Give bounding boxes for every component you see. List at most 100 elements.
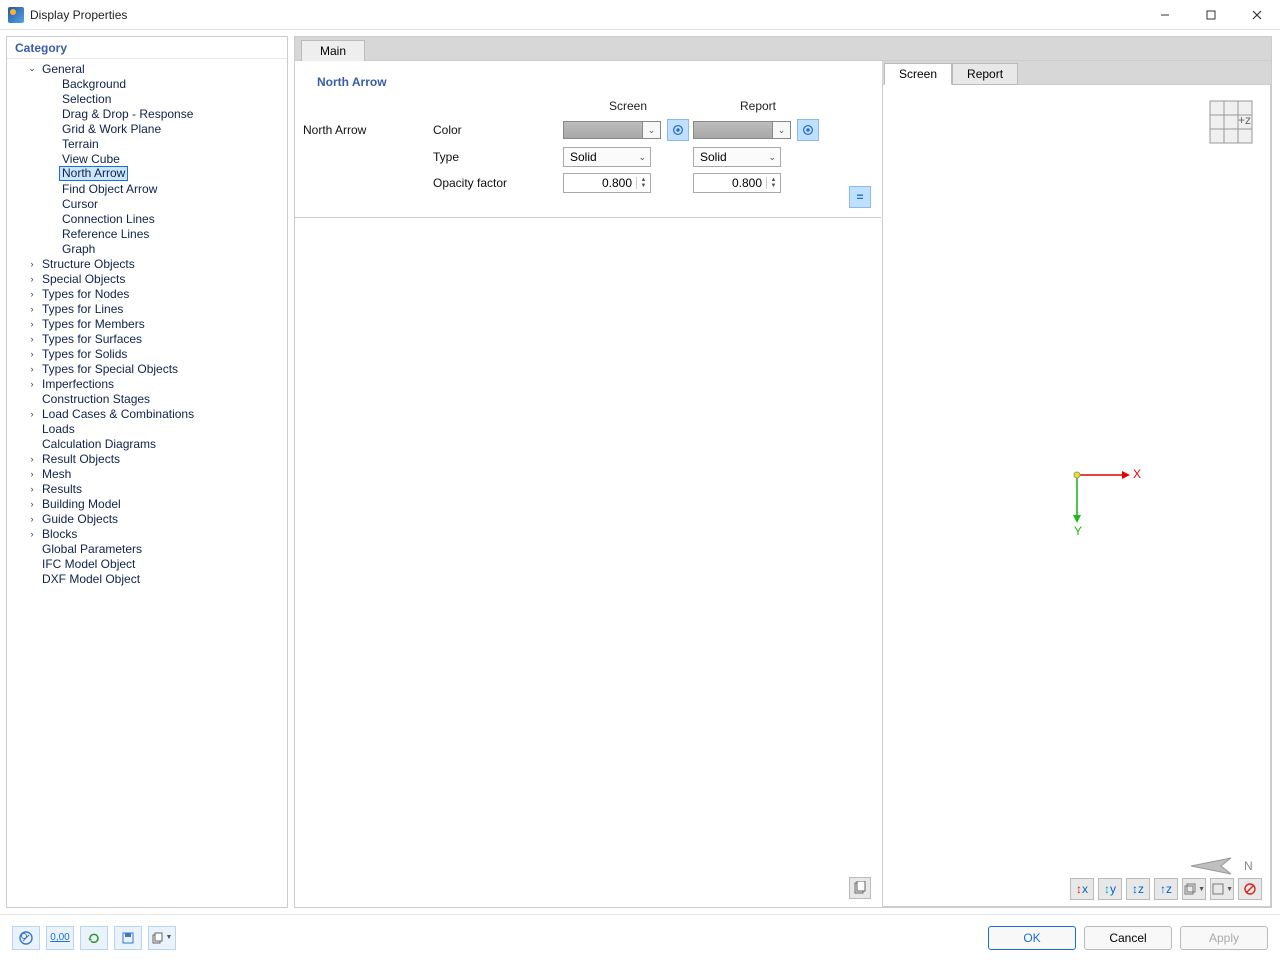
- tree-item[interactable]: ›Building Model: [11, 496, 287, 511]
- tree-item[interactable]: Drag & Drop - Response: [11, 106, 287, 121]
- tree-item[interactable]: ›Types for Members: [11, 316, 287, 331]
- tree-item[interactable]: Cursor: [11, 196, 287, 211]
- copy-settings-icon[interactable]: [849, 877, 871, 899]
- tree-item-label[interactable]: Drag & Drop - Response: [59, 107, 196, 121]
- refresh-icon[interactable]: [80, 926, 108, 950]
- opacity-report-spinner[interactable]: 0.800 ▲▼: [693, 173, 781, 193]
- tree-item[interactable]: Selection: [11, 91, 287, 106]
- tree-item[interactable]: Grid & Work Plane: [11, 121, 287, 136]
- tree-item-label[interactable]: Selection: [59, 92, 114, 106]
- tree-item-label[interactable]: Types for Lines: [39, 302, 126, 316]
- chevron-right-icon[interactable]: ›: [25, 364, 39, 374]
- tree-item[interactable]: Find Object Arrow: [11, 181, 287, 196]
- sync-columns-button[interactable]: =: [849, 186, 871, 208]
- tree-item[interactable]: Loads: [11, 421, 287, 436]
- tree-item-label[interactable]: Reference Lines: [59, 227, 152, 241]
- tree-item[interactable]: ›Types for Surfaces: [11, 331, 287, 346]
- view-plus-z-button[interactable]: ↑z: [1154, 878, 1178, 900]
- chevron-right-icon[interactable]: ›: [25, 259, 39, 269]
- tree-item-label[interactable]: Building Model: [39, 497, 124, 511]
- category-tree[interactable]: ⌄GeneralBackgroundSelectionDrag & Drop -…: [7, 59, 287, 907]
- tree-item[interactable]: ›Types for Nodes: [11, 286, 287, 301]
- tree-item-label[interactable]: Guide Objects: [39, 512, 121, 526]
- chevron-right-icon[interactable]: ›: [25, 529, 39, 539]
- chevron-right-icon[interactable]: ›: [25, 319, 39, 329]
- viewcube-icon[interactable]: +z: [1208, 99, 1254, 145]
- tree-item-label[interactable]: Cursor: [59, 197, 101, 211]
- view-minus-x-button[interactable]: ↕x: [1070, 878, 1094, 900]
- view-reset-button[interactable]: [1238, 878, 1262, 900]
- tree-item[interactable]: Connection Lines: [11, 211, 287, 226]
- tree-item[interactable]: View Cube: [11, 151, 287, 166]
- tree-item-label[interactable]: Grid & Work Plane: [59, 122, 164, 136]
- tree-item[interactable]: ›Load Cases & Combinations: [11, 406, 287, 421]
- tree-item[interactable]: ›Types for Solids: [11, 346, 287, 361]
- tree-item-label[interactable]: Terrain: [59, 137, 102, 151]
- apply-button[interactable]: Apply: [1180, 926, 1268, 950]
- tab-main[interactable]: Main: [301, 40, 365, 61]
- tree-item-label[interactable]: Load Cases & Combinations: [39, 407, 197, 421]
- tree-item-label[interactable]: Background: [59, 77, 129, 91]
- tree-item-label[interactable]: Results: [39, 482, 85, 496]
- tree-item[interactable]: Background: [11, 76, 287, 91]
- tree-item[interactable]: ›Mesh: [11, 466, 287, 481]
- tree-item[interactable]: ›Structure Objects: [11, 256, 287, 271]
- units-icon[interactable]: 0,00: [46, 926, 74, 950]
- tree-item-label[interactable]: General: [39, 62, 88, 76]
- tree-item-label[interactable]: Types for Surfaces: [39, 332, 145, 346]
- tree-item[interactable]: ›Results: [11, 481, 287, 496]
- chevron-right-icon[interactable]: ›: [25, 499, 39, 509]
- opacity-screen-spinner[interactable]: 0.800 ▲▼: [563, 173, 651, 193]
- chevron-right-icon[interactable]: ›: [25, 454, 39, 464]
- tree-item-label[interactable]: Imperfections: [39, 377, 117, 391]
- maximize-button[interactable]: [1188, 0, 1234, 30]
- tree-item-label[interactable]: Blocks: [39, 527, 80, 541]
- tree-item[interactable]: Graph: [11, 241, 287, 256]
- chevron-right-icon[interactable]: ›: [25, 469, 39, 479]
- tree-item-label[interactable]: DXF Model Object: [39, 572, 143, 586]
- tree-item-label[interactable]: Types for Members: [39, 317, 148, 331]
- chevron-right-icon[interactable]: ›: [25, 334, 39, 344]
- type-screen-select[interactable]: Solid⌄: [563, 147, 651, 167]
- color-report-swatch[interactable]: [693, 121, 773, 139]
- color-report-pick-icon[interactable]: [797, 119, 819, 141]
- preview-tab-report[interactable]: Report: [952, 63, 1018, 85]
- tree-item[interactable]: Global Parameters: [11, 541, 287, 556]
- view-minus-y-button[interactable]: ↕y: [1098, 878, 1122, 900]
- chevron-down-icon[interactable]: ⌄: [25, 63, 39, 74]
- tree-item[interactable]: Terrain: [11, 136, 287, 151]
- chevron-right-icon[interactable]: ›: [25, 484, 39, 494]
- color-screen-pick-icon[interactable]: [667, 119, 689, 141]
- tree-item-label[interactable]: Types for Special Objects: [39, 362, 181, 376]
- tree-item-label[interactable]: View Cube: [59, 152, 123, 166]
- tree-item-label[interactable]: Connection Lines: [59, 212, 158, 226]
- tree-item-label[interactable]: Construction Stages: [39, 392, 153, 406]
- chevron-right-icon[interactable]: ›: [25, 379, 39, 389]
- tree-item[interactable]: ›Imperfections: [11, 376, 287, 391]
- chevron-right-icon[interactable]: ›: [25, 274, 39, 284]
- view-iso-button[interactable]: ▼: [1182, 878, 1206, 900]
- tree-item[interactable]: ›Special Objects: [11, 271, 287, 286]
- chevron-right-icon[interactable]: ›: [25, 304, 39, 314]
- tree-item-label[interactable]: Types for Solids: [39, 347, 130, 361]
- tree-item-label[interactable]: Mesh: [39, 467, 74, 481]
- tree-item-label[interactable]: Find Object Arrow: [59, 182, 160, 196]
- color-screen-swatch[interactable]: [563, 121, 643, 139]
- preview-viewport[interactable]: +z X Y N: [882, 85, 1271, 907]
- tree-item-label[interactable]: Result Objects: [39, 452, 123, 466]
- tree-item-label[interactable]: Global Parameters: [39, 542, 145, 556]
- tree-item-label[interactable]: Loads: [39, 422, 78, 436]
- chevron-right-icon[interactable]: ›: [25, 409, 39, 419]
- tree-item[interactable]: Reference Lines: [11, 226, 287, 241]
- tree-item[interactable]: ›Types for Lines: [11, 301, 287, 316]
- tree-item[interactable]: DXF Model Object: [11, 571, 287, 586]
- tree-item-label[interactable]: IFC Model Object: [39, 557, 138, 571]
- tree-item[interactable]: North Arrow: [11, 166, 287, 181]
- chevron-right-icon[interactable]: ›: [25, 514, 39, 524]
- type-report-select[interactable]: Solid⌄: [693, 147, 781, 167]
- tree-item[interactable]: Construction Stages: [11, 391, 287, 406]
- tree-item[interactable]: ›Blocks: [11, 526, 287, 541]
- save-icon[interactable]: [114, 926, 142, 950]
- tree-item-label[interactable]: Types for Nodes: [39, 287, 132, 301]
- tree-item-label[interactable]: Graph: [59, 242, 98, 256]
